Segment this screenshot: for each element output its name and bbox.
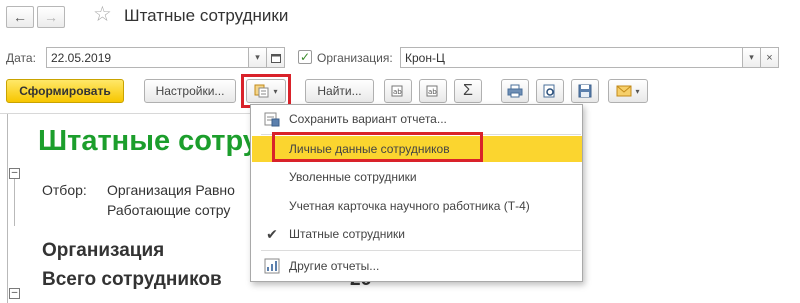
other-reports-icon (264, 258, 280, 274)
envelope-icon (616, 85, 632, 97)
menu-item-label: Сохранить вариант отчета... (289, 112, 447, 126)
calendar-button[interactable] (266, 47, 285, 68)
settings-button[interactable]: Настройки... (144, 79, 236, 103)
organization-checkbox[interactable]: ✓ (298, 50, 312, 64)
search-prev-button[interactable]: ab (384, 79, 412, 103)
forward-button[interactable]: → (37, 6, 65, 28)
report-left-border (7, 114, 8, 303)
organization-dropdown-button[interactable]: ▾ (742, 47, 761, 68)
menu-item-label: Штатные сотрудники (289, 227, 405, 241)
find-button[interactable]: Найти... (305, 79, 374, 103)
generate-button[interactable]: Сформировать (6, 79, 124, 103)
menu-item-label: Учетная карточка научного работника (Т-4… (289, 199, 530, 213)
printer-icon (507, 84, 523, 98)
collapse-group-toggle[interactable]: – (9, 168, 20, 179)
date-label: Дата: (6, 51, 36, 65)
find-next-icon: ab (426, 85, 438, 97)
save-button[interactable] (571, 79, 599, 103)
svg-text:ab: ab (393, 88, 402, 96)
organization-field[interactable]: Крон-Ц (400, 47, 743, 68)
date-field[interactable]: 22.05.2019 (46, 47, 249, 68)
organization-header: Организация (42, 240, 165, 261)
preview-button[interactable] (536, 79, 564, 103)
chevron-down-icon: ▾ (255, 52, 260, 62)
report-title: Штатные сотру (38, 125, 259, 157)
menu-item-t4-card[interactable]: Учетная карточка научного работника (Т-4… (252, 193, 582, 219)
arrow-left-icon: ← (13, 9, 27, 25)
find-previous-icon: ab (391, 85, 403, 97)
check-icon: ✔ (266, 226, 278, 242)
menu-item-save-variant[interactable]: Сохранить вариант отчета... (252, 106, 582, 132)
floppy-disk-icon (578, 84, 592, 98)
organization-clear-button[interactable]: × (760, 47, 779, 68)
report-top-separator (0, 113, 250, 114)
group-bracket-line (14, 176, 15, 226)
filter-line-2: Работающие сотру (107, 202, 231, 218)
search-next-button[interactable]: ab (419, 79, 447, 103)
organization-label: Организация: (317, 51, 393, 65)
chevron-down-icon: ▾ (635, 86, 640, 96)
menu-separator (261, 250, 581, 251)
print-preview-icon (543, 84, 555, 98)
sum-button[interactable]: Σ (454, 79, 482, 103)
annotation-highlight-menu-item (272, 132, 483, 162)
collapse-group-toggle-2[interactable]: – (9, 288, 20, 299)
menu-item-staff[interactable]: ✔ Штатные сотрудники (252, 221, 582, 247)
menu-item-label: Уволенные сотрудники (289, 170, 417, 184)
menu-item-label: Другие отчеты... (289, 259, 380, 273)
chevron-down-icon: ▾ (749, 52, 754, 62)
filter-label: Отбор: (42, 182, 87, 198)
annotation-highlight-variants (241, 74, 291, 108)
arrow-right-icon: → (44, 9, 58, 25)
print-button[interactable] (501, 79, 529, 103)
date-dropdown-button[interactable]: ▾ (248, 47, 267, 68)
back-button[interactable]: ← (6, 6, 34, 28)
total-employees-label: Всего сотрудников (42, 269, 222, 290)
report-variants-menu: Сохранить вариант отчета... Личные данны… (250, 104, 583, 282)
page-title: Штатные сотрудники (124, 6, 289, 25)
filter-line-1: Организация Равно (107, 182, 235, 198)
menu-item-other-reports[interactable]: Другие отчеты... (252, 253, 582, 279)
menu-item-dismissed[interactable]: Уволенные сотрудники (252, 164, 582, 190)
send-email-button[interactable]: ▾ (608, 79, 648, 103)
svg-text:ab: ab (428, 88, 437, 96)
calendar-icon (270, 53, 281, 63)
sum-icon: Σ (463, 82, 473, 99)
close-icon: × (766, 51, 773, 64)
favorite-star-icon[interactable]: ☆ (93, 4, 112, 25)
save-variant-icon (264, 112, 280, 127)
